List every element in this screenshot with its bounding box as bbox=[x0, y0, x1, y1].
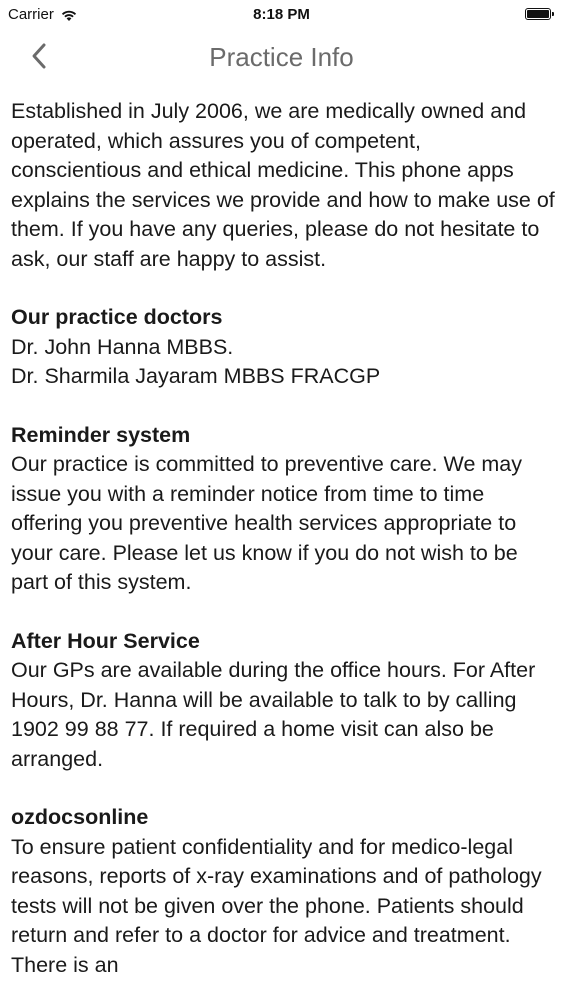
battery-nub bbox=[552, 12, 554, 16]
intro-paragraph: Established in July 2006, we are medical… bbox=[11, 99, 555, 271]
status-time: 8:18 PM bbox=[253, 6, 310, 23]
reminder-section: Reminder system Our practice is committe… bbox=[11, 421, 556, 598]
navigation-bar: Practice Info bbox=[0, 30, 563, 82]
page-title: Practice Info bbox=[209, 42, 354, 72]
reminder-text: Our practice is committed to preventive … bbox=[11, 452, 523, 594]
status-bar: Carrier 8:18 PM bbox=[0, 0, 563, 30]
practice-info-screen: Carrier 8:18 PM Practice Info Establishe… bbox=[0, 0, 563, 1000]
battery-fill bbox=[527, 10, 549, 18]
after-hours-section: After Hour Service Our GPs are available… bbox=[11, 627, 556, 775]
ozdocs-section: ozdocsonline To ensure patient confident… bbox=[11, 803, 556, 980]
doctors-section: Our practice doctors Dr. John Hanna MBBS… bbox=[11, 303, 556, 392]
doctor-item: Dr. Sharmila Jayaram MBBS FRACGP bbox=[11, 364, 381, 388]
practice-info-content: Established in July 2006, we are medical… bbox=[11, 97, 556, 1000]
doctor-item: Dr. John Hanna MBBS. bbox=[11, 334, 234, 359]
after-hours-text: Our GPs are available during the office … bbox=[11, 658, 536, 771]
reminder-heading: Reminder system bbox=[11, 422, 191, 447]
doctors-heading: Our practice doctors bbox=[11, 305, 223, 329]
battery-icon bbox=[525, 8, 554, 20]
after-hours-heading: After Hour Service bbox=[11, 628, 200, 653]
ozdocs-heading: ozdocsonline bbox=[11, 805, 149, 829]
ozdocs-text: To ensure patient confidentiality and fo… bbox=[11, 834, 542, 977]
